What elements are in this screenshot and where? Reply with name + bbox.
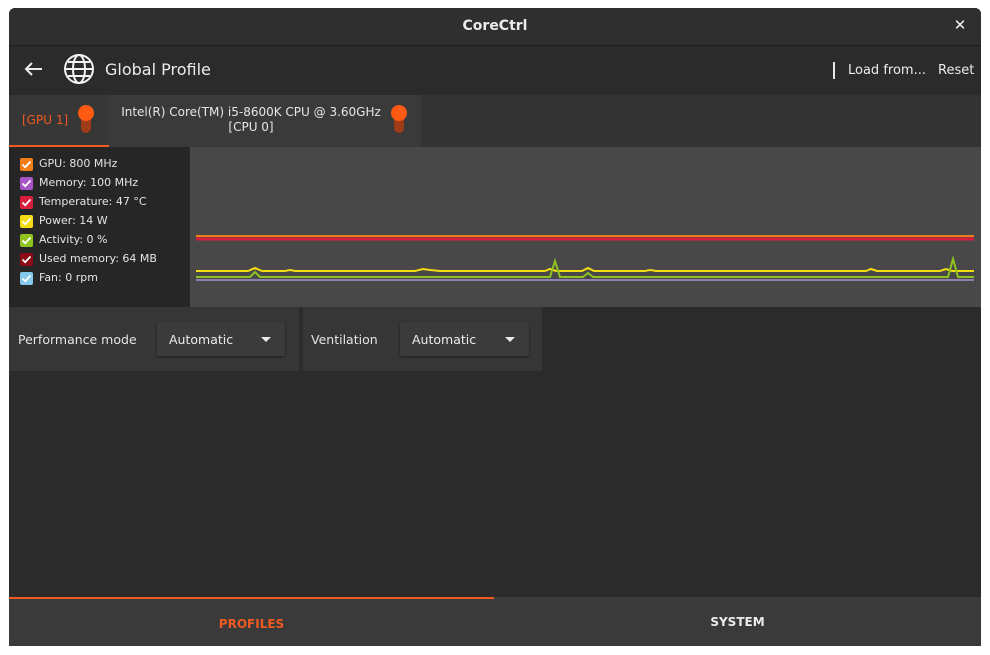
legend-checkbox[interactable] [20, 196, 33, 209]
legend-label: Used memory: 64 MB [39, 252, 157, 265]
legend-label: Activity: 0 % [39, 233, 108, 246]
gpu-enable-toggle[interactable] [78, 105, 94, 135]
performance-mode-panel: Performance mode Automatic [9, 307, 299, 371]
activity-series-line [196, 255, 974, 278]
tab-cpu-0[interactable]: Intel(R) Core(TM) i5-8600K CPU @ 3.60GHz… [109, 95, 421, 147]
back-arrow-icon[interactable] [23, 58, 45, 80]
reset-button[interactable]: Reset [938, 63, 974, 78]
cpu-enable-toggle[interactable] [391, 105, 407, 135]
corectrl-window: CoreCtrl ✕ Global Profile Load from... R… [9, 8, 981, 646]
legend-checkbox[interactable] [20, 177, 33, 190]
load-from-button[interactable]: Load from... [848, 63, 926, 78]
toolbar-separator [833, 62, 835, 79]
title-bar: CoreCtrl ✕ [9, 8, 981, 46]
tab-profiles-label: PROFILES [218, 617, 285, 631]
profile-header: Global Profile Load from... Reset [9, 46, 981, 95]
bottom-tab-bar: PROFILES SYSTEM [9, 597, 981, 646]
tab-system-label: SYSTEM [710, 615, 765, 629]
close-icon[interactable]: ✕ [949, 14, 971, 36]
device-tab-bar: [GPU 1] Intel(R) Core(TM) i5-8600K CPU @… [9, 95, 981, 147]
legend-label: Power: 14 W [39, 214, 108, 227]
sensor-legend: GPU: 800 MHz Memory: 100 MHz Temperature: … [9, 147, 189, 307]
tab-system[interactable]: SYSTEM [494, 597, 981, 646]
tab-gpu-1-label: [GPU 1] [22, 113, 69, 127]
tab-gpu-1[interactable]: [GPU 1] [9, 95, 109, 147]
ventilation-dropdown[interactable]: Automatic [400, 322, 529, 356]
ventilation-panel: Ventilation Automatic [303, 307, 542, 371]
window-title: CoreCtrl [462, 18, 528, 34]
legend-label: GPU: 800 MHz [39, 157, 118, 170]
legend-label: Temperature: 47 °C [39, 195, 147, 208]
legend-checkbox[interactable] [20, 158, 33, 171]
legend-checkbox[interactable] [20, 253, 33, 266]
ventilation-value: Automatic [412, 332, 477, 347]
tab-profiles[interactable]: PROFILES [9, 597, 494, 646]
dropdown-arrow-icon [505, 337, 515, 342]
legend-label: Fan: 0 rpm [39, 271, 98, 284]
performance-mode-label: Performance mode [18, 332, 137, 347]
ventilation-label: Ventilation [311, 332, 378, 347]
power-series-line [196, 266, 974, 272]
profile-title: Global Profile [105, 60, 211, 79]
performance-mode-dropdown[interactable]: Automatic [157, 322, 285, 356]
legend-label: Memory: 100 MHz [39, 176, 139, 189]
legend-checkbox[interactable] [20, 272, 33, 285]
legend-checkbox[interactable] [20, 215, 33, 228]
sensor-graph [190, 147, 981, 307]
performance-mode-value: Automatic [169, 332, 234, 347]
globe-icon [63, 53, 95, 85]
legend-checkbox[interactable] [20, 234, 33, 247]
dropdown-arrow-icon [261, 337, 271, 342]
tab-cpu-0-sublabel: [CPU 0] [228, 120, 274, 134]
tab-cpu-0-label: Intel(R) Core(TM) i5-8600K CPU @ 3.60GHz [121, 105, 381, 119]
